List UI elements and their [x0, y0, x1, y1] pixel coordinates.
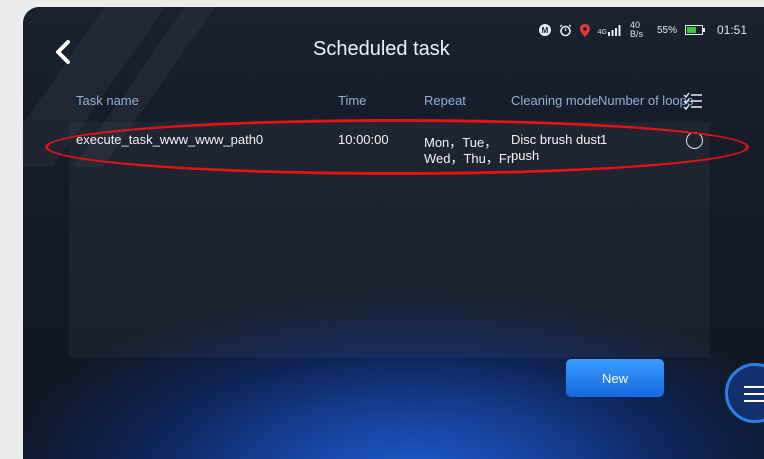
task-list-panel: [69, 122, 710, 357]
col-repeat: Repeat: [424, 93, 466, 108]
time-cell: 10:00:00: [338, 132, 389, 147]
menu-icon: [744, 386, 764, 402]
row-select-radio[interactable]: [686, 132, 703, 149]
table-header: Task name Time Repeat Cleaning mode Numb…: [23, 92, 764, 113]
repeat-cell-line2: Wed，Thu，Fri: [424, 151, 515, 166]
cleaning-mode-cell-line1: Disc brush dust: [511, 132, 601, 147]
col-cleaning-mode: Cleaning mode: [511, 93, 599, 108]
checklist-select-all-icon[interactable]: [683, 92, 703, 110]
new-task-button[interactable]: New: [566, 359, 664, 397]
col-time: Time: [338, 93, 367, 108]
col-task-name: Task name: [76, 93, 139, 108]
task-name-cell: execute_task_www_www_path0: [76, 132, 264, 147]
loops-cell: 1: [600, 132, 608, 147]
cleaning-mode-cell-line2: push: [511, 148, 540, 163]
app-screen: Scheduled task M 4G 40 B/s 55% 01:51 Tas…: [23, 7, 764, 459]
menu-fab-button[interactable]: [725, 363, 764, 423]
col-number-of-loops: Number of loops: [598, 93, 694, 108]
table-row[interactable]: execute_task_www_www_path0 10:00:00 Mon，…: [23, 7, 764, 166]
